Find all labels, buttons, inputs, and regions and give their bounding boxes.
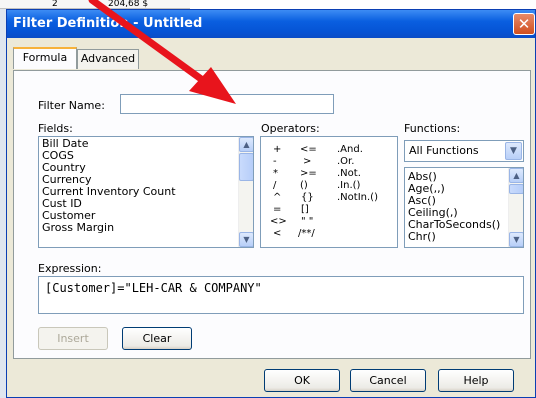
operator-item[interactable]: + [273, 144, 281, 155]
fields-list[interactable]: Bill Date COGS Country Currency Current … [38, 136, 254, 248]
operator-item[interactable]: * [273, 168, 278, 179]
functions-category-value: All Functions [409, 144, 479, 157]
ok-button[interactable]: OK [264, 369, 340, 392]
operator-item[interactable]: .Not. [337, 168, 361, 179]
operator-item[interactable]: - [273, 156, 277, 167]
operator-item[interactable]: ^ [273, 192, 281, 203]
expression-label: Expression: [38, 262, 102, 275]
operators-label: Operators: [261, 122, 320, 135]
filter-name-label: Filter Name: [38, 99, 105, 112]
operator-item[interactable]: > [303, 156, 311, 167]
operators-panel[interactable]: + - * / ^ = <> < <= > >= () {} [] " " /*… [260, 136, 398, 248]
operator-item[interactable]: = [273, 204, 281, 215]
list-item[interactable]: Age(,,) [408, 183, 445, 195]
operator-item[interactable]: <> [270, 216, 287, 227]
background-row-value: 204,68 $ [108, 0, 149, 9]
scroll-down-icon[interactable]: ▼ [509, 232, 523, 247]
operator-item[interactable]: >= [300, 168, 317, 179]
fields-label: Fields: [38, 122, 73, 135]
dialog-title: Filter Definition - Untitled [13, 16, 203, 31]
list-item[interactable]: Chr() [408, 231, 436, 243]
expression-text: [Customer]="LEH-CAR & COMPANY" [45, 281, 262, 295]
list-item[interactable]: Asc() [408, 195, 436, 207]
list-item[interactable]: Cust ID [42, 198, 82, 210]
functions-list[interactable]: Abs() Age(,,) Asc() Ceiling(,) CharToSec… [404, 167, 524, 248]
close-icon: ✕ [517, 15, 531, 33]
functions-label: Functions: [404, 122, 461, 135]
tab-formula-label: Formula [22, 51, 68, 64]
list-item[interactable]: Customer [42, 210, 95, 222]
tab-formula[interactable]: Formula [13, 47, 77, 69]
filter-definition-dialog: Filter Definition - Untitled ✕ Formula A… [6, 9, 536, 398]
functions-category-select[interactable]: All Functions ▼ [404, 140, 524, 162]
operator-item[interactable]: () [300, 180, 308, 191]
tab-advanced[interactable]: Advanced [77, 49, 139, 69]
title-bar[interactable]: Filter Definition - Untitled ✕ [7, 10, 535, 38]
list-item[interactable]: Abs() [408, 171, 437, 183]
list-item[interactable]: Gross Margin [42, 222, 114, 234]
operator-item[interactable]: /**/ [298, 228, 315, 239]
operator-item[interactable]: <= [300, 144, 317, 155]
help-button[interactable]: Help [438, 369, 514, 392]
scroll-thumb[interactable] [239, 153, 253, 181]
scroll-thumb[interactable] [509, 184, 523, 194]
filter-name-input[interactable] [120, 94, 334, 114]
list-item[interactable]: CharToSeconds() [408, 219, 500, 231]
insert-button[interactable]: Insert [38, 327, 108, 350]
clear-button[interactable]: Clear [122, 327, 192, 350]
list-item[interactable]: COGS [42, 150, 74, 162]
functions-scrollbar[interactable]: ▲ ▼ [508, 168, 523, 247]
operator-item[interactable]: .And. [337, 144, 363, 155]
list-item[interactable]: Bill Date [42, 138, 89, 150]
operator-item[interactable]: < [273, 228, 281, 239]
background-row-number: 2 [52, 0, 58, 9]
scroll-up-icon[interactable]: ▲ [509, 168, 523, 183]
fields-scrollbar[interactable]: ▲ ▼ [238, 137, 253, 247]
cancel-button[interactable]: Cancel [350, 369, 426, 392]
operator-item[interactable]: / [273, 180, 276, 191]
tab-advanced-label: Advanced [80, 52, 136, 65]
scroll-up-icon[interactable]: ▲ [239, 137, 253, 152]
operator-item[interactable]: [] [301, 204, 309, 215]
expression-input[interactable]: [Customer]="LEH-CAR & COMPANY" [38, 276, 524, 314]
formula-tab-panel: Filter Name: Fields: Bill Date COGS Coun… [13, 70, 531, 359]
operator-item[interactable]: " " [301, 216, 313, 227]
operator-item[interactable]: .NotIn.() [337, 192, 378, 203]
list-item[interactable]: Ceiling(,) [408, 207, 458, 219]
list-item[interactable]: Currency [42, 174, 92, 186]
list-item[interactable]: Country [42, 162, 86, 174]
scroll-down-icon[interactable]: ▼ [239, 232, 253, 247]
chevron-down-icon[interactable]: ▼ [505, 142, 522, 160]
operator-item[interactable]: .Or. [337, 156, 354, 167]
list-item[interactable]: Current Inventory Count [42, 186, 176, 198]
background-row: 2 204,68 $ [0, 0, 190, 9]
screen: 2 204,68 $ Filter Definition - Untitled … [0, 0, 536, 398]
operator-item[interactable]: {} [301, 192, 314, 203]
close-button[interactable]: ✕ [513, 13, 535, 35]
operator-item[interactable]: .In.() [337, 180, 360, 191]
